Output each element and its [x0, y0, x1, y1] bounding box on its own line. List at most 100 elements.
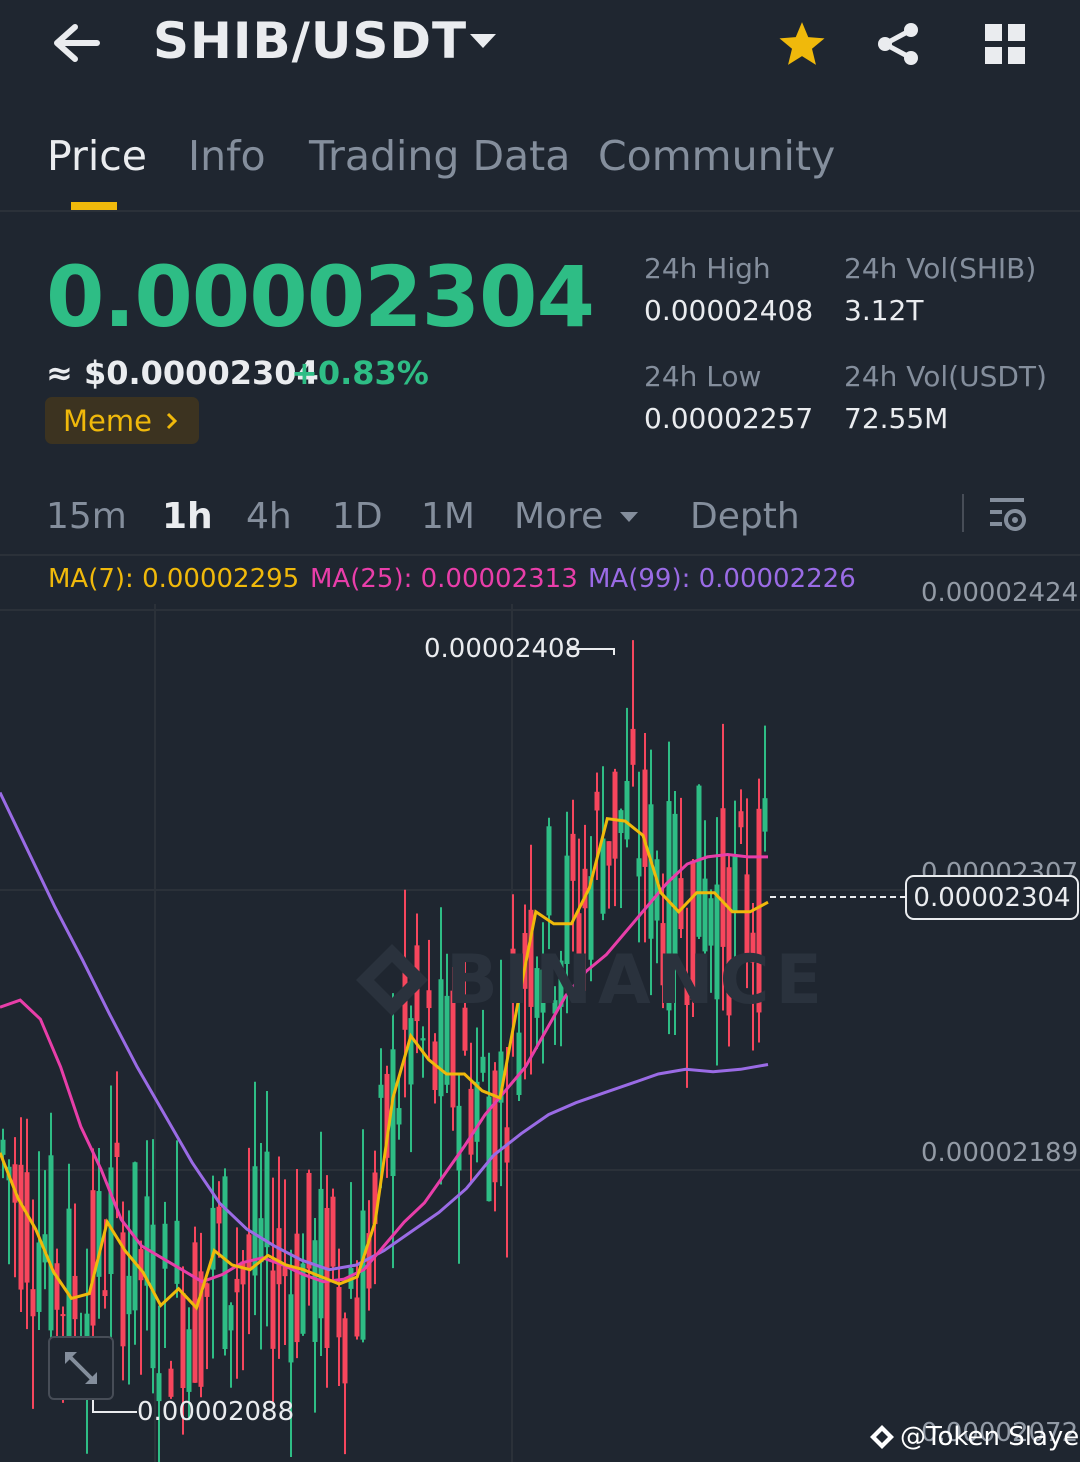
- candle-body: [342, 1318, 348, 1384]
- arrow-left-icon: [54, 24, 100, 62]
- interval-bar: 15m 1h 4h 1D 1M More Depth: [0, 480, 1080, 556]
- favorite-star-button[interactable]: [776, 18, 828, 70]
- category-tag-button[interactable]: Meme: [45, 397, 199, 444]
- candle-body: [294, 1233, 300, 1343]
- candle-body: [408, 1018, 414, 1085]
- candle-body: [636, 858, 642, 877]
- candle-body: [234, 1278, 240, 1293]
- low-value: 0.00002257: [644, 402, 814, 435]
- high-label: 24h High: [644, 252, 771, 285]
- chart-canvas[interactable]: [0, 604, 1080, 1462]
- candlestick-chart[interactable]: [0, 604, 1080, 1462]
- candle-body: [90, 1190, 96, 1326]
- depth-tab[interactable]: Depth: [690, 496, 800, 537]
- candle-body: [174, 1220, 180, 1284]
- ma25-label: MA(25): 0.00002313: [310, 564, 578, 594]
- tab-info[interactable]: Info: [188, 132, 266, 180]
- candle-body: [492, 1070, 498, 1183]
- candle-body: [66, 1208, 72, 1348]
- fiat-price: ≈ $0.00002304: [46, 354, 319, 392]
- ma7-label: MA(7): 0.00002295: [48, 564, 300, 594]
- creator-credit: @Token Slayer: [868, 1422, 1080, 1452]
- candle-body: [138, 1249, 144, 1281]
- candle-body: [732, 856, 738, 911]
- tab-community[interactable]: Community: [598, 132, 835, 180]
- binance-logo-icon: [870, 1425, 894, 1449]
- share-icon: [878, 23, 918, 65]
- candle-body: [738, 811, 744, 828]
- interval-1m[interactable]: 1M: [421, 496, 475, 537]
- vol-quote-label: 24h Vol(USDT): [844, 360, 1047, 393]
- candle-body: [456, 1105, 462, 1171]
- share-button[interactable]: [872, 18, 924, 70]
- candle-body: [126, 1275, 132, 1315]
- candle-body: [276, 1228, 282, 1285]
- candle-body: [396, 1108, 402, 1125]
- current-price-marker: 0.00002304: [905, 875, 1079, 920]
- candle-body: [204, 1283, 210, 1297]
- candle-body: [354, 1297, 360, 1337]
- star-icon: [779, 22, 825, 65]
- chevron-right-icon: [166, 412, 178, 429]
- category-tag-label: Meme: [63, 403, 152, 438]
- chart-settings-icon: [990, 498, 1026, 531]
- back-button[interactable]: [48, 18, 104, 68]
- candle-body: [480, 1056, 486, 1073]
- binance-logo-icon: [356, 944, 428, 1016]
- candle-body: [180, 1293, 186, 1389]
- candle-body: [24, 1172, 30, 1283]
- interval-1h[interactable]: 1h: [162, 496, 213, 537]
- candle-body: [246, 1234, 252, 1270]
- candle-body: [336, 1287, 342, 1338]
- candle-body: [378, 1084, 384, 1098]
- candle-body: [18, 1164, 24, 1290]
- expand-icon: [65, 1352, 97, 1384]
- low-label: 24h Low: [644, 360, 762, 393]
- watermark-text: BINANCE: [446, 940, 828, 1020]
- candle-body: [516, 1032, 522, 1095]
- top-bar: SHIB/USDT: [0, 0, 1080, 90]
- tab-bar: Price Info Trading Data Community: [0, 118, 1080, 212]
- ma99-label: MA(99): 0.00002226: [588, 564, 856, 594]
- high-value: 0.00002408: [644, 294, 814, 327]
- candle-body: [762, 798, 768, 832]
- candle-body: [330, 1196, 336, 1267]
- tab-trading-data[interactable]: Trading Data: [309, 132, 570, 180]
- interval-4h[interactable]: 4h: [246, 496, 292, 537]
- candle-body: [228, 1305, 234, 1331]
- candle-body: [54, 1263, 60, 1310]
- interval-more-label: More: [514, 496, 604, 537]
- caret-down-icon[interactable]: [468, 30, 498, 52]
- caret-down-icon: [620, 511, 639, 522]
- grid-menu-button[interactable]: [979, 18, 1031, 70]
- candle-body: [114, 1142, 120, 1157]
- candle-body: [102, 1290, 108, 1297]
- interval-15m[interactable]: 15m: [46, 496, 127, 537]
- fullscreen-button[interactable]: [48, 1336, 114, 1400]
- divider: [962, 494, 964, 532]
- candle-body: [708, 898, 714, 946]
- candle-body: [570, 833, 576, 881]
- candle-body: [600, 838, 606, 914]
- candle-body: [288, 1294, 294, 1363]
- candle-body: [168, 1368, 174, 1397]
- candle-body: [630, 728, 636, 765]
- y-axis-label: 0.00002189: [921, 1138, 1079, 1168]
- candle-body: [186, 1329, 192, 1392]
- active-tab-indicator: [71, 202, 117, 210]
- pair-title[interactable]: SHIB/USDT: [153, 12, 467, 70]
- candle-body: [48, 1155, 54, 1331]
- vol-base-label: 24h Vol(SHIB): [844, 252, 1037, 285]
- candle-body: [270, 1270, 276, 1349]
- candle-body: [318, 1188, 324, 1319]
- y-axis-label: 0.00002424: [921, 578, 1079, 608]
- tab-price[interactable]: Price: [47, 132, 147, 180]
- interval-more-dropdown[interactable]: More: [514, 496, 639, 537]
- chart-settings-button[interactable]: [988, 494, 1028, 534]
- candle-body: [474, 1081, 480, 1142]
- candle-body: [108, 1167, 114, 1275]
- candle-body: [264, 1151, 270, 1248]
- candle-body: [360, 1210, 366, 1340]
- interval-1d[interactable]: 1D: [332, 496, 383, 537]
- period-high-label: 0.00002408: [424, 634, 582, 664]
